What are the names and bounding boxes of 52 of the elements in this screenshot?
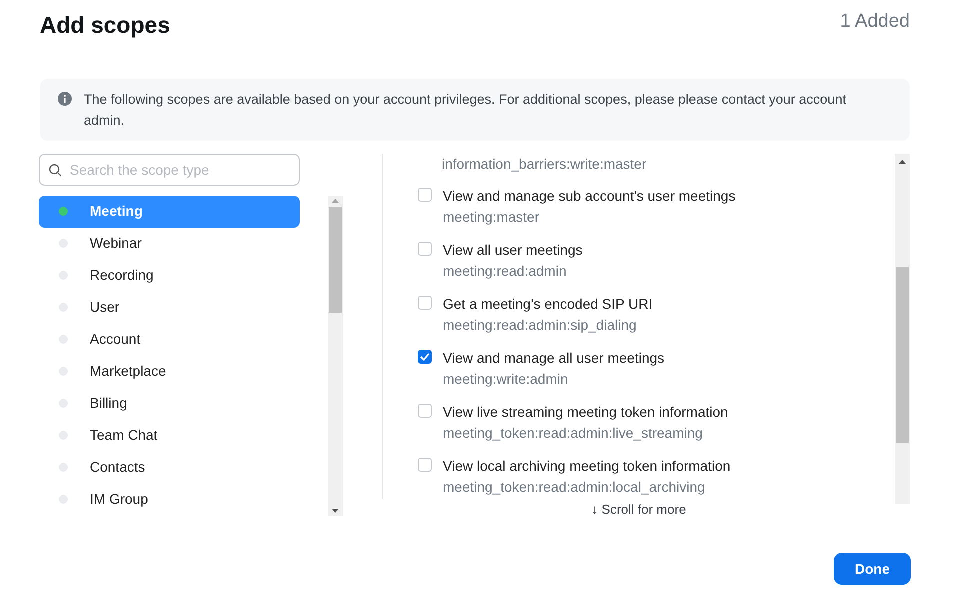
scroll-hint[interactable]: ↓ Scroll for more [592,500,686,519]
category-item[interactable]: Contacts [39,452,300,484]
scope-code: meeting:write:admin [443,370,570,389]
category-item[interactable]: User [39,292,300,324]
scrollbar-thumb[interactable] [896,266,909,442]
dialog-title: Add scopes [40,11,170,40]
category-label: Team Chat [90,426,158,445]
scope-title: Get a meeting’s encoded SIP URI [443,294,653,314]
scrollbar-thumb[interactable] [329,206,342,312]
category-item[interactable]: IM Group [39,484,300,516]
search-icon [49,164,62,176]
scroll-down-icon[interactable] [332,508,339,512]
scope-title: View local archiving meeting token information [443,456,731,476]
category-item[interactable]: Marketplace [39,356,300,388]
category-label: Meeting [90,202,143,221]
scroll-up-icon[interactable] [899,160,906,164]
category-item[interactable]: Billing [39,388,300,420]
category-item[interactable]: Team Chat [39,420,300,452]
checkbox[interactable] [418,296,432,310]
scope-title: View and manage all user meetings [443,348,665,368]
category-item[interactable]: Account [39,324,300,356]
category-label: Contacts [90,458,146,477]
category-label: Account [90,330,141,349]
category-label: Billing [90,394,128,413]
category-label: Webinar [90,234,142,253]
checkbox[interactable] [418,350,432,364]
scope-title: View all user meetings [443,240,583,260]
category-label: IM Group [90,490,148,509]
scope-code: meeting:master [443,208,540,227]
category-item[interactable]: Webinar [39,228,300,260]
scrollbar[interactable] [328,196,343,516]
scope-code: meeting_token:read:admin:live_streaming [443,424,704,443]
search-field[interactable]: Search the scope type [39,154,300,186]
scope-code: meeting_token:read:admin:local_archiving [443,478,706,497]
category-item[interactable]: Recording [39,260,300,292]
scope-code: meeting:read:admin:sip_dialing [443,316,638,335]
checkbox[interactable] [418,404,432,418]
checkbox[interactable] [418,242,432,256]
scrollbar[interactable] [895,154,910,504]
info-icon [58,92,72,106]
checkbox[interactable] [418,458,432,472]
category-label: User [90,298,120,317]
scope-code: meeting:read:admin [443,262,568,281]
done-button[interactable]: Done [834,553,911,585]
checkbox[interactable] [418,188,432,202]
scope-code: information_barriers:write:master [442,154,648,174]
scope-title: View and manage sub account's user meetings [443,186,736,206]
category-label: Recording [90,266,154,285]
scope-title: View live streaming meeting token information [443,402,728,422]
category-label: Marketplace [90,362,166,381]
added-count: 1 Added [840,10,910,34]
notice-text: The following scopes are available based on your account privileges. For additional scopes, please please contact your account admin. [84,90,848,130]
